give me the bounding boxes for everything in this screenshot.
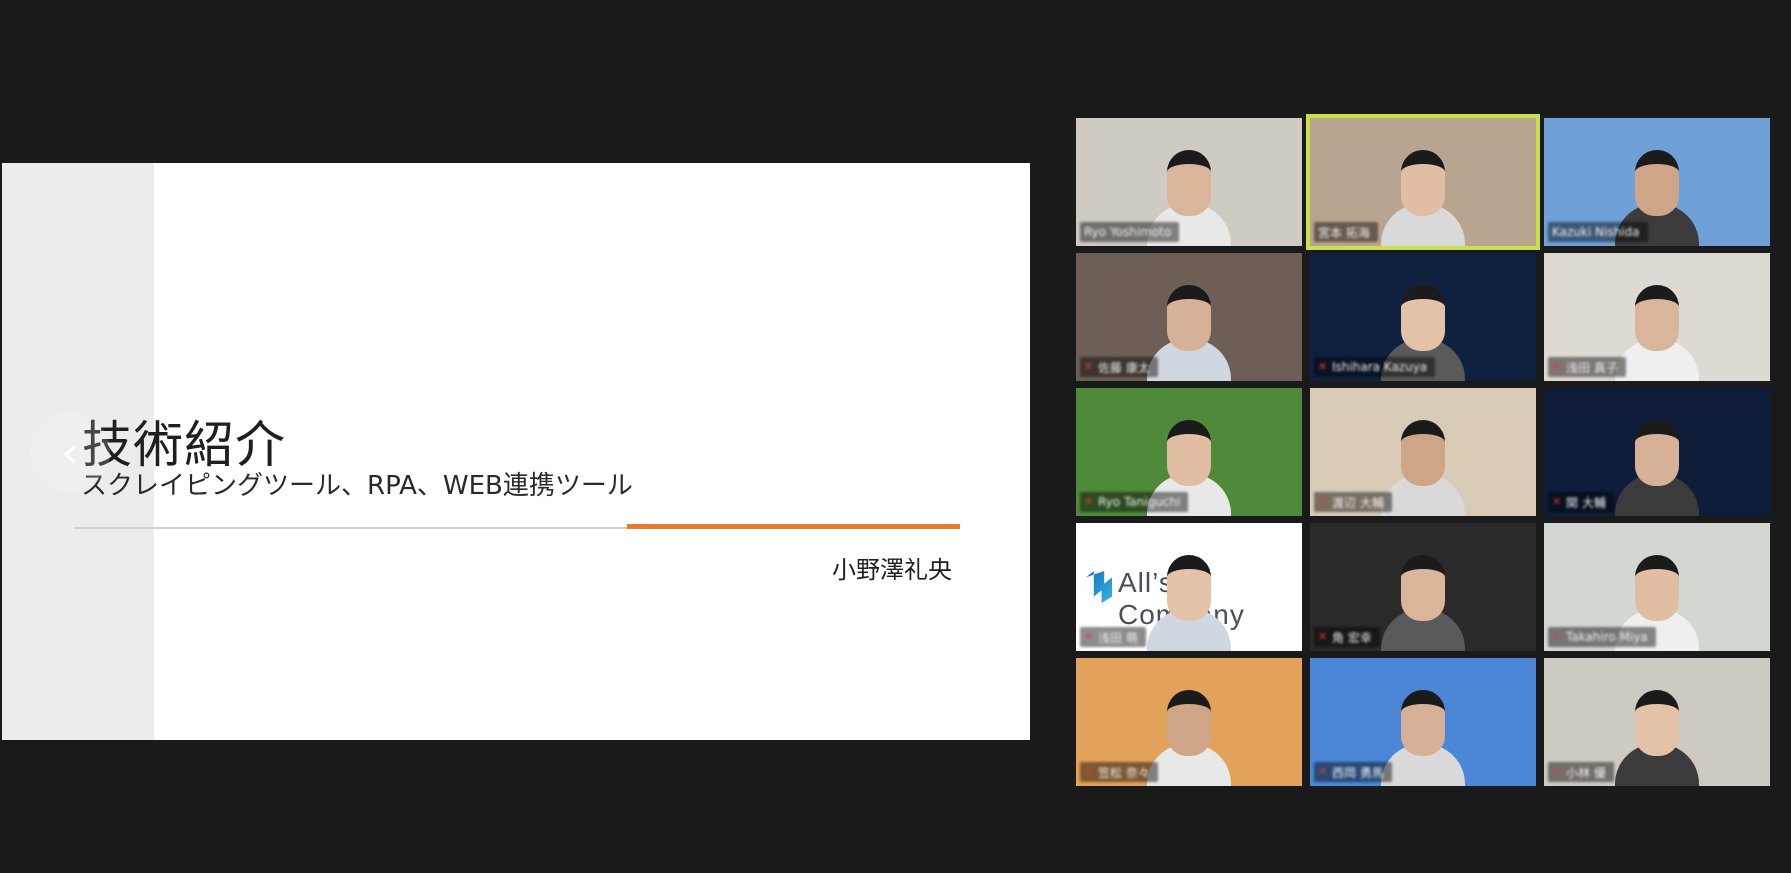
mic-muted-icon: ✕ xyxy=(1552,360,1562,373)
participant-head xyxy=(1635,150,1679,216)
participant-name-tag: ✕ 浅田 真子 xyxy=(1548,357,1626,377)
participant-name: Ryo Taniguchi xyxy=(1098,495,1181,509)
participant-name: Ryo Yoshimoto xyxy=(1084,225,1172,239)
participant-tile[interactable]: Kazuki Nishida xyxy=(1544,118,1770,246)
participant-name: 浅田 萌 xyxy=(1098,630,1138,645)
slide-accent-bar xyxy=(627,524,960,529)
participant-name-tag: ✕ 角 宏幸 xyxy=(1314,627,1380,647)
participant-head xyxy=(1635,285,1679,351)
participant-name: 宮本 拓海 xyxy=(1318,225,1370,240)
zoom-meeting-window: 技術紹介 スクレイピングツール、RPA、WEB連携ツール 小野澤礼央 ‹ › R… xyxy=(0,0,1791,873)
slide-subtitle: スクレイピングツール、RPA、WEB連携ツール xyxy=(81,471,633,501)
participant-head xyxy=(1635,420,1679,486)
participant-tile[interactable]: ✕ 関 大輔 xyxy=(1544,388,1770,516)
participant-name-tag: Kazuki Nishida xyxy=(1548,222,1648,242)
participant-name-tag: ✕ 西岡 勇馬 xyxy=(1314,762,1392,782)
participant-tile[interactable]: ✕ 西岡 勇馬 xyxy=(1310,658,1536,786)
participant-name: 笠松 奈々 xyxy=(1098,765,1150,780)
participant-head xyxy=(1401,690,1445,756)
participant-name-tag: ✕ Ishihara Kazuya xyxy=(1314,357,1436,377)
participant-name-tag: ✕ 小林 優 xyxy=(1548,762,1614,782)
participant-tile[interactable]: ✕ 笠松 奈々 xyxy=(1076,658,1302,786)
participant-head xyxy=(1167,555,1211,621)
participant-video xyxy=(1375,144,1471,246)
participant-video xyxy=(1609,414,1705,516)
mic-muted-icon: ✕ xyxy=(1084,765,1094,778)
participant-head xyxy=(1167,150,1211,216)
mic-muted-icon: ✕ xyxy=(1084,360,1094,373)
participant-head xyxy=(1635,690,1679,756)
participant-head xyxy=(1401,555,1445,621)
participant-tile[interactable]: ✕ Ishihara Kazuya xyxy=(1310,253,1536,381)
presenter-name: 小野澤礼央 xyxy=(832,556,952,584)
participant-tile[interactable]: ✕ Takahiro Miya xyxy=(1544,523,1770,651)
participant-head xyxy=(1635,555,1679,621)
participant-video xyxy=(1375,549,1471,651)
participant-head xyxy=(1167,420,1211,486)
participant-name: 西岡 勇馬 xyxy=(1332,765,1384,780)
participant-tile[interactable]: ✕ 浅田 真子 xyxy=(1544,253,1770,381)
participant-tile[interactable]: ✕ 小林 優 xyxy=(1544,658,1770,786)
participant-tile[interactable]: ✕ 渡辺 大輔 xyxy=(1310,388,1536,516)
previous-page-button[interactable]: ‹ xyxy=(30,412,110,492)
mic-muted-icon: ✕ xyxy=(1084,495,1094,508)
participant-tile[interactable]: ✕ 角 宏幸 xyxy=(1310,523,1536,651)
participant-head xyxy=(1167,690,1211,756)
participant-name-tag: ✕ 関 大輔 xyxy=(1548,492,1614,512)
participant-tile[interactable]: Ryo Yoshimoto xyxy=(1076,118,1302,246)
participant-name: Kazuki Nishida xyxy=(1552,225,1640,239)
participant-name-tag: ✕ 浅田 萌 xyxy=(1080,627,1146,647)
participant-tile[interactable]: ✕ 佐藤 康太 xyxy=(1076,253,1302,381)
mic-muted-icon: ✕ xyxy=(1318,630,1328,643)
participant-name-tag: ✕ 佐藤 康太 xyxy=(1080,357,1158,377)
mic-muted-icon: ✕ xyxy=(1318,495,1328,508)
mic-muted-icon: ✕ xyxy=(1552,495,1562,508)
mic-muted-icon: ✕ xyxy=(1084,630,1094,643)
participant-name-tag: ✕ Takahiro Miya xyxy=(1548,627,1656,647)
participant-head xyxy=(1401,150,1445,216)
participant-head xyxy=(1167,285,1211,351)
participant-name: 佐藤 康太 xyxy=(1098,360,1150,375)
participant-tile[interactable]: 宮本 拓海 xyxy=(1306,114,1540,250)
participant-head xyxy=(1401,285,1445,351)
participant-name: 渡辺 大輔 xyxy=(1332,495,1384,510)
mic-muted-icon: ✕ xyxy=(1552,765,1562,778)
participant-name: 関 大輔 xyxy=(1566,495,1606,510)
participant-video xyxy=(1609,684,1705,786)
mic-muted-icon: ✕ xyxy=(1318,360,1328,373)
participant-name: Ishihara Kazuya xyxy=(1332,360,1428,374)
participant-tile[interactable]: All’s Company✕浅田 萌 xyxy=(1076,523,1302,651)
participant-name-tag: 宮本 拓海 xyxy=(1314,222,1378,242)
participant-name-tag: ✕ Ryo Taniguchi xyxy=(1080,492,1189,512)
slide-divider xyxy=(74,527,629,529)
participant-head xyxy=(1401,420,1445,486)
participant-video xyxy=(1141,549,1237,651)
mic-muted-icon: ✕ xyxy=(1552,630,1562,643)
chevron-left-icon: ‹ xyxy=(60,425,80,479)
participant-name: 浅田 真子 xyxy=(1566,360,1618,375)
participant-name-tag: ✕ 笠松 奈々 xyxy=(1080,762,1158,782)
shared-slide: 技術紹介 スクレイピングツール、RPA、WEB連携ツール 小野澤礼央 xyxy=(2,163,1030,740)
participant-name: Takahiro Miya xyxy=(1566,630,1648,644)
participant-name-tag: ✕ 渡辺 大輔 xyxy=(1314,492,1392,512)
participant-name: 角 宏幸 xyxy=(1332,630,1372,645)
participant-name: 小林 優 xyxy=(1566,765,1606,780)
participant-name-tag: Ryo Yoshimoto xyxy=(1080,222,1180,242)
mic-muted-icon: ✕ xyxy=(1318,765,1328,778)
participant-tile[interactable]: ✕ Ryo Taniguchi xyxy=(1076,388,1302,516)
participant-gallery: Ryo Yoshimoto 宮本 拓海 Kazuki Nishida ✕ 佐藤 康太 ✕ I… xyxy=(1076,114,1774,786)
